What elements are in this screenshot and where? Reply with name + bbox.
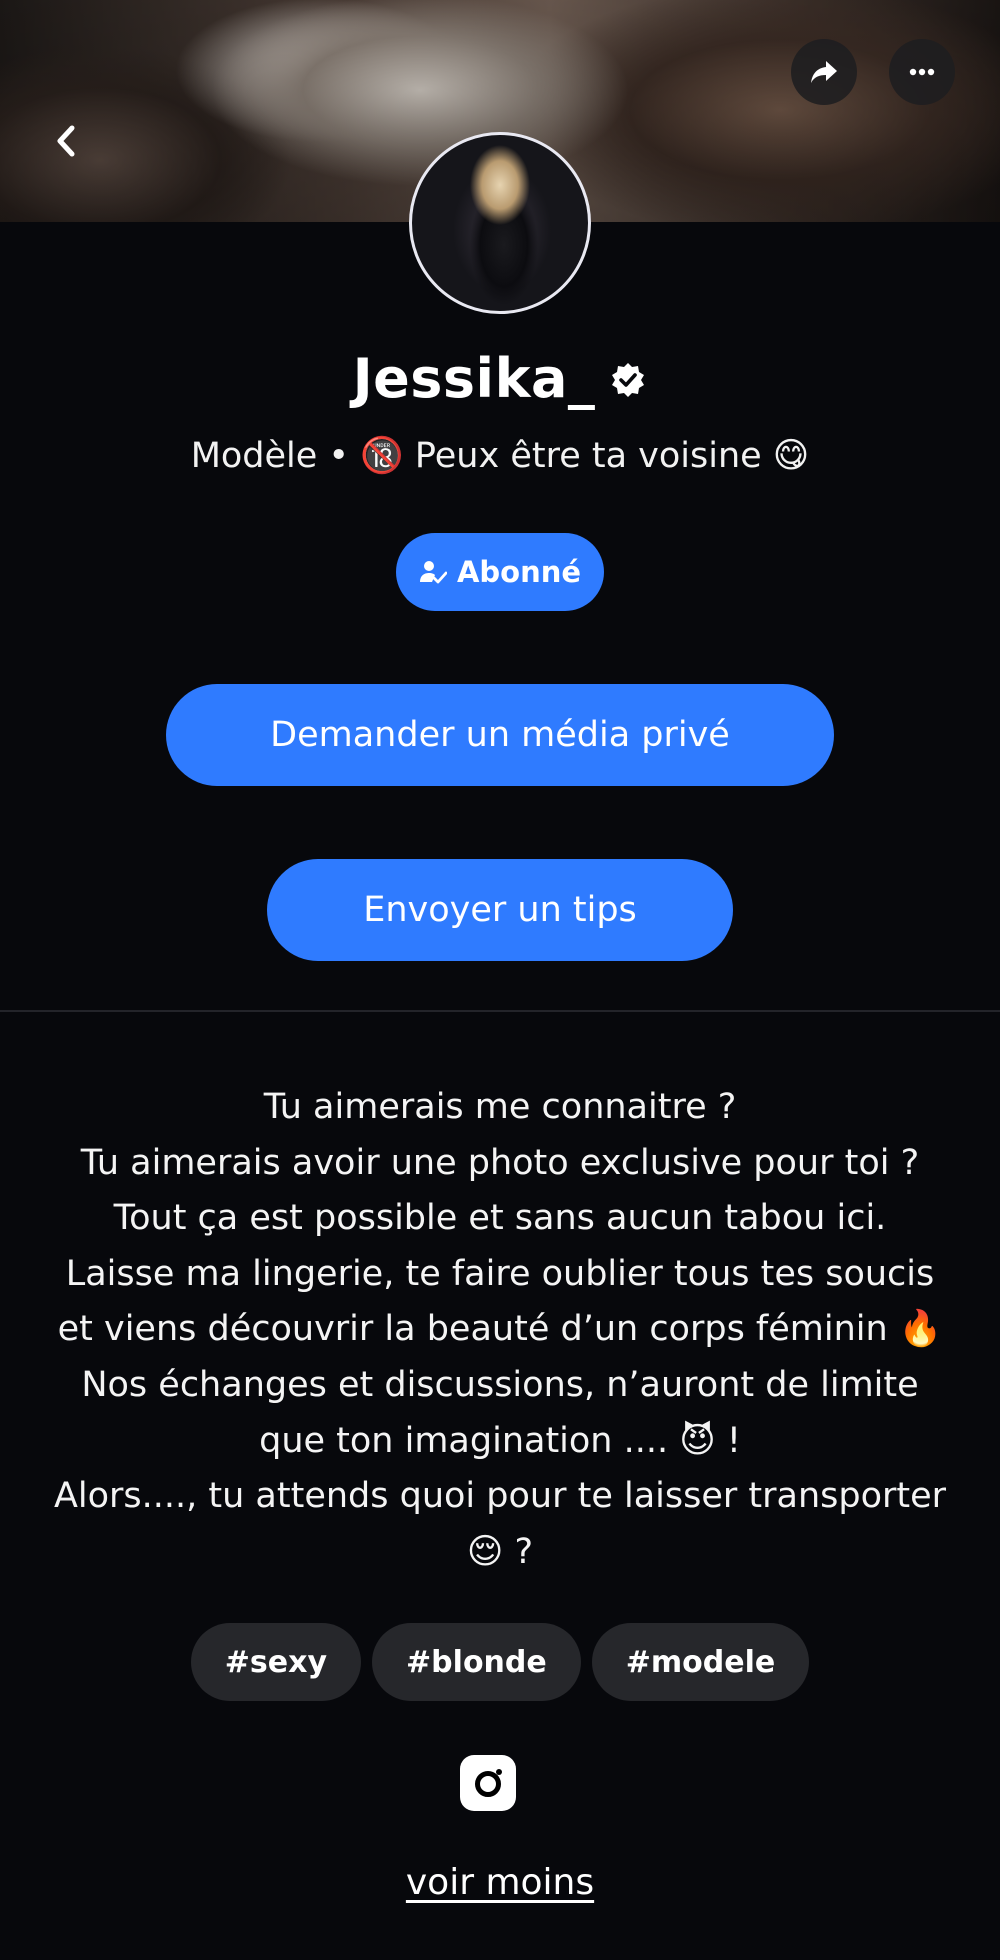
subscribed-label: Abonné [456,555,582,589]
description-line: Nos échanges et discussions, n’auront de… [81,1364,919,1405]
request-private-media-button[interactable]: Demander un média privé [166,684,834,786]
profile-description: Tu aimerais me connaitre ? Tu aimerais a… [30,1080,970,1580]
description-line: 😌 ? [466,1531,534,1572]
ellipsis-icon [909,68,935,76]
back-button[interactable] [40,115,92,167]
send-tip-button[interactable]: Envoyer un tips [267,859,733,961]
description-line: Tout ça est possible et sans aucun tabou… [113,1198,887,1239]
description-line: Tu aimerais avoir une photo exclusive po… [80,1142,920,1183]
more-options-button[interactable] [889,39,955,105]
share-arrow-icon [811,61,837,83]
see-less-link[interactable]: voir moins [0,1862,1000,1903]
verified-badge-icon [609,361,647,399]
profile-name: Jessika_ [352,346,596,410]
tag-sexy[interactable]: #sexy [190,1623,362,1701]
tag-modele[interactable]: #modele [591,1623,810,1701]
profile-bio-line: Modèle • 🔞 Peux être ta voisine 😋 [190,436,810,476]
share-button[interactable] [791,39,857,105]
subscribed-button[interactable]: Abonné [396,533,604,611]
description-line: que ton imagination .... 😈 ! [259,1420,741,1461]
name-row: Jessika_ [0,343,1000,413]
send-tip-label: Envoyer un tips [363,890,637,930]
request-private-media-label: Demander un média privé [270,715,730,755]
description-line: Tu aimerais me connaitre ? [263,1087,737,1127]
profile-avatar[interactable] [409,132,591,314]
description-line: et viens découvrir la beauté d’un corps … [57,1309,943,1350]
user-check-icon [419,561,447,584]
tag-list: #sexy #blonde #modele [0,1623,1000,1701]
instagram-link[interactable] [460,1755,516,1811]
description-line: Laisse ma lingerie, te faire oublier tou… [65,1253,935,1294]
divider [0,1010,1000,1012]
description-line: Alors...., tu attends quoi pour te laiss… [53,1476,947,1517]
instagram-icon [475,1769,502,1797]
tag-blonde[interactable]: #blonde [372,1623,581,1701]
chevron-left-icon [57,125,75,157]
